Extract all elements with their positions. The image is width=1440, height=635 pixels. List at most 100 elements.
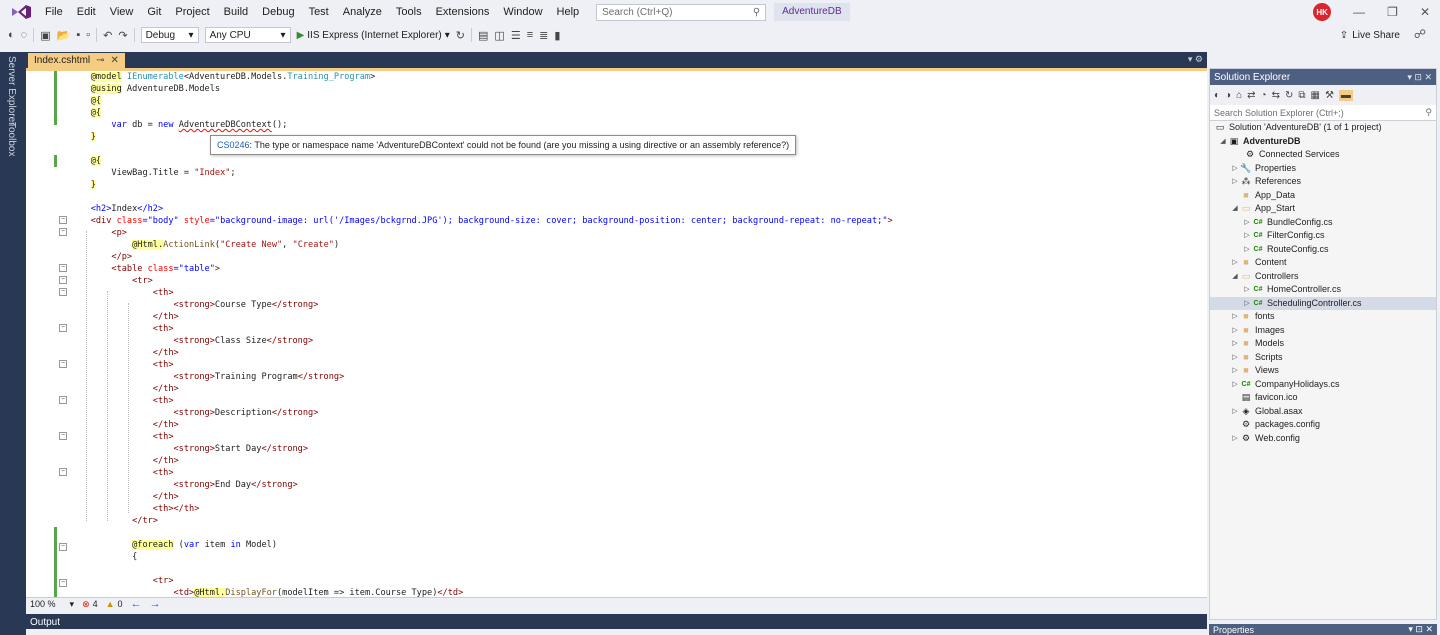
undo-icon[interactable]: ↶ bbox=[103, 29, 112, 42]
code-editor[interactable]: − − − − − − − − − − − − @model IEnumerab… bbox=[26, 68, 1207, 597]
indent-icon[interactable]: ≡ bbox=[527, 29, 533, 41]
properties-icon[interactable]: ⚒ bbox=[1325, 90, 1334, 101]
refresh-icon[interactable]: ↻ bbox=[1285, 90, 1293, 101]
tree-item-global-asax[interactable]: ▷ ◈ Global.asax bbox=[1210, 405, 1436, 419]
collapsed-icon[interactable]: ▷ bbox=[1230, 337, 1240, 351]
menu-view[interactable]: View bbox=[103, 0, 141, 24]
fold-toggle-icon[interactable]: − bbox=[59, 264, 67, 272]
tree-item-schedulingcontroller[interactable]: ▷ C# SchedulingController.cs bbox=[1210, 296, 1436, 311]
tree-item-routeconfig[interactable]: ▷ C# RouteConfig.cs bbox=[1210, 243, 1436, 257]
collapsed-icon[interactable]: ▷ bbox=[1230, 175, 1240, 189]
tree-item-companyholidays[interactable]: ▷ C# CompanyHolidays.cs bbox=[1210, 378, 1436, 392]
fold-toggle-icon[interactable]: − bbox=[59, 228, 67, 236]
home-icon[interactable]: ⌂ bbox=[1236, 90, 1242, 101]
warning-count-badge[interactable]: ▲ 0 bbox=[106, 599, 123, 609]
output-title[interactable]: Output bbox=[30, 617, 60, 628]
outline-icon[interactable]: ☰ bbox=[511, 29, 521, 42]
tree-item-content[interactable]: ▷ ■ Content bbox=[1210, 256, 1436, 270]
toolbox-tab[interactable]: Toolbox bbox=[6, 122, 17, 156]
browser-link-icon[interactable]: ▤ bbox=[478, 29, 488, 42]
tree-item-project[interactable]: ◢ ▣ AdventureDB bbox=[1210, 135, 1436, 149]
server-explorer-tab[interactable]: Server Explorer bbox=[6, 56, 17, 125]
collapsed-icon[interactable]: ▷ bbox=[1242, 297, 1252, 311]
fold-toggle-icon[interactable]: − bbox=[59, 276, 67, 284]
collapsed-icon[interactable]: ▷ bbox=[1230, 162, 1240, 176]
menu-build[interactable]: Build bbox=[217, 0, 255, 24]
menu-help[interactable]: Help bbox=[550, 0, 587, 24]
menu-extensions[interactable]: Extensions bbox=[429, 0, 497, 24]
fold-toggle-icon[interactable]: − bbox=[59, 288, 67, 296]
tree-item-packages-config[interactable]: ⚙ packages.config bbox=[1210, 418, 1436, 432]
save-icon[interactable]: ▪ bbox=[76, 29, 80, 41]
fold-toggle-icon[interactable]: − bbox=[59, 543, 67, 551]
zoom-select[interactable]: 100 % ▾ bbox=[30, 599, 74, 610]
forward-icon[interactable]: ◑ bbox=[1225, 90, 1231, 101]
tree-item-web-config[interactable]: ▷ ⚙ Web.config bbox=[1210, 432, 1436, 446]
live-share-button[interactable]: ⇪ Live Share bbox=[1340, 24, 1400, 46]
next-issue-icon[interactable]: → bbox=[150, 598, 161, 610]
sync-icon[interactable]: ⇆ bbox=[1272, 90, 1280, 101]
menu-analyze[interactable]: Analyze bbox=[336, 0, 389, 24]
menu-debug[interactable]: Debug bbox=[255, 0, 301, 24]
tree-item-bundleconfig[interactable]: ▷ C# BundleConfig.cs bbox=[1210, 216, 1436, 230]
tree-item-properties[interactable]: ▷ 🔧 Properties bbox=[1210, 162, 1436, 176]
tree-item-controllers[interactable]: ◢ ▭ Controllers bbox=[1210, 270, 1436, 284]
redo-icon[interactable]: ↷ bbox=[118, 29, 127, 42]
menu-project[interactable]: Project bbox=[168, 0, 216, 24]
pin-icon[interactable]: ⊸ bbox=[96, 55, 104, 66]
collapsed-icon[interactable]: ▷ bbox=[1230, 324, 1240, 338]
tree-item-views[interactable]: ▷ ■ Views bbox=[1210, 364, 1436, 378]
run-button[interactable]: ▶ IIS Express (Internet Explorer) ▾ bbox=[297, 30, 450, 41]
collapse-all-icon[interactable]: ⧉ bbox=[1298, 90, 1305, 101]
tree-item-app-start[interactable]: ◢ ▭ App_Start bbox=[1210, 202, 1436, 216]
error-code-link[interactable]: CS0246 bbox=[217, 140, 250, 150]
fold-toggle-icon[interactable]: − bbox=[59, 468, 67, 476]
collapsed-icon[interactable]: ▷ bbox=[1230, 364, 1240, 378]
new-project-icon[interactable]: ▣ bbox=[40, 29, 50, 42]
forward-icon[interactable]: ◌ bbox=[21, 29, 28, 41]
solution-configuration-select[interactable]: Debug ▾ bbox=[140, 27, 199, 43]
panel-window-buttons-icon[interactable]: ▾ ⊡ ✕ bbox=[1407, 72, 1432, 83]
screenshot-icon[interactable]: ◫ bbox=[494, 29, 504, 42]
restore-icon[interactable]: ❐ bbox=[1387, 5, 1398, 19]
expanded-icon[interactable]: ◢ bbox=[1230, 202, 1240, 216]
menu-tools[interactable]: Tools bbox=[389, 0, 429, 24]
collapsed-icon[interactable]: ▷ bbox=[1230, 351, 1240, 365]
preview-icon[interactable]: ▬ bbox=[1338, 89, 1353, 101]
panel-window-buttons-icon[interactable]: ▾ ⊡ ✕ bbox=[1408, 624, 1433, 635]
tree-item-fonts[interactable]: ▷ ■ fonts bbox=[1210, 310, 1436, 324]
properties-title[interactable]: Properties bbox=[1213, 625, 1254, 635]
solution-search-input[interactable]: Search Solution Explorer (Ctrl+;) ⚲ bbox=[1210, 105, 1436, 121]
tree-item-images[interactable]: ▷ ■ Images bbox=[1210, 324, 1436, 338]
collapsed-icon[interactable]: ▷ bbox=[1230, 405, 1240, 419]
tree-item-connected-services[interactable]: ⚙ Connected Services bbox=[1210, 148, 1436, 162]
tree-item-solution[interactable]: ▭ Solution 'AdventureDB' (1 of 1 project… bbox=[1210, 121, 1436, 135]
tab-index-cshtml[interactable]: Index.cshtml ⊸ ✕ bbox=[28, 53, 125, 68]
menu-edit[interactable]: Edit bbox=[70, 0, 103, 24]
tree-item-filterconfig[interactable]: ▷ C# FilterConfig.cs bbox=[1210, 229, 1436, 243]
error-count-badge[interactable]: ⊗ 4 bbox=[82, 599, 98, 610]
fold-toggle-icon[interactable]: − bbox=[59, 216, 67, 224]
solution-platform-select[interactable]: Any CPU ▾ bbox=[204, 27, 291, 43]
fold-toggle-icon[interactable]: − bbox=[59, 360, 67, 368]
close-icon[interactable]: ✕ bbox=[1420, 5, 1430, 19]
fold-toggle-icon[interactable]: − bbox=[59, 396, 67, 404]
feedback-icon[interactable]: ☍ bbox=[1414, 27, 1426, 41]
bookmark-icon[interactable]: ▮ bbox=[554, 29, 560, 42]
search-input[interactable]: Search (Ctrl+Q) ⚲ bbox=[596, 3, 767, 21]
collapsed-icon[interactable]: ▷ bbox=[1242, 243, 1252, 257]
refresh-icon[interactable]: ↻ bbox=[456, 29, 465, 42]
collapsed-icon[interactable]: ▷ bbox=[1230, 432, 1240, 446]
close-tab-icon[interactable]: ✕ bbox=[111, 55, 119, 66]
tree-item-app-data[interactable]: ■ App_Data bbox=[1210, 189, 1436, 203]
show-all-files-icon[interactable]: ▦ bbox=[1311, 90, 1320, 101]
expanded-icon[interactable]: ◢ bbox=[1218, 135, 1228, 149]
open-folder-icon[interactable]: 📂 bbox=[57, 29, 71, 42]
avatar[interactable]: HK bbox=[1313, 3, 1332, 21]
collapsed-icon[interactable]: ▷ bbox=[1230, 378, 1240, 392]
minimize-icon[interactable]: — bbox=[1353, 5, 1365, 19]
comment-icon[interactable]: ≣ bbox=[539, 29, 548, 42]
menu-git[interactable]: Git bbox=[140, 0, 168, 24]
pending-changes-icon[interactable]: ◔ bbox=[1261, 90, 1267, 101]
collapsed-icon[interactable]: ▷ bbox=[1230, 256, 1240, 270]
